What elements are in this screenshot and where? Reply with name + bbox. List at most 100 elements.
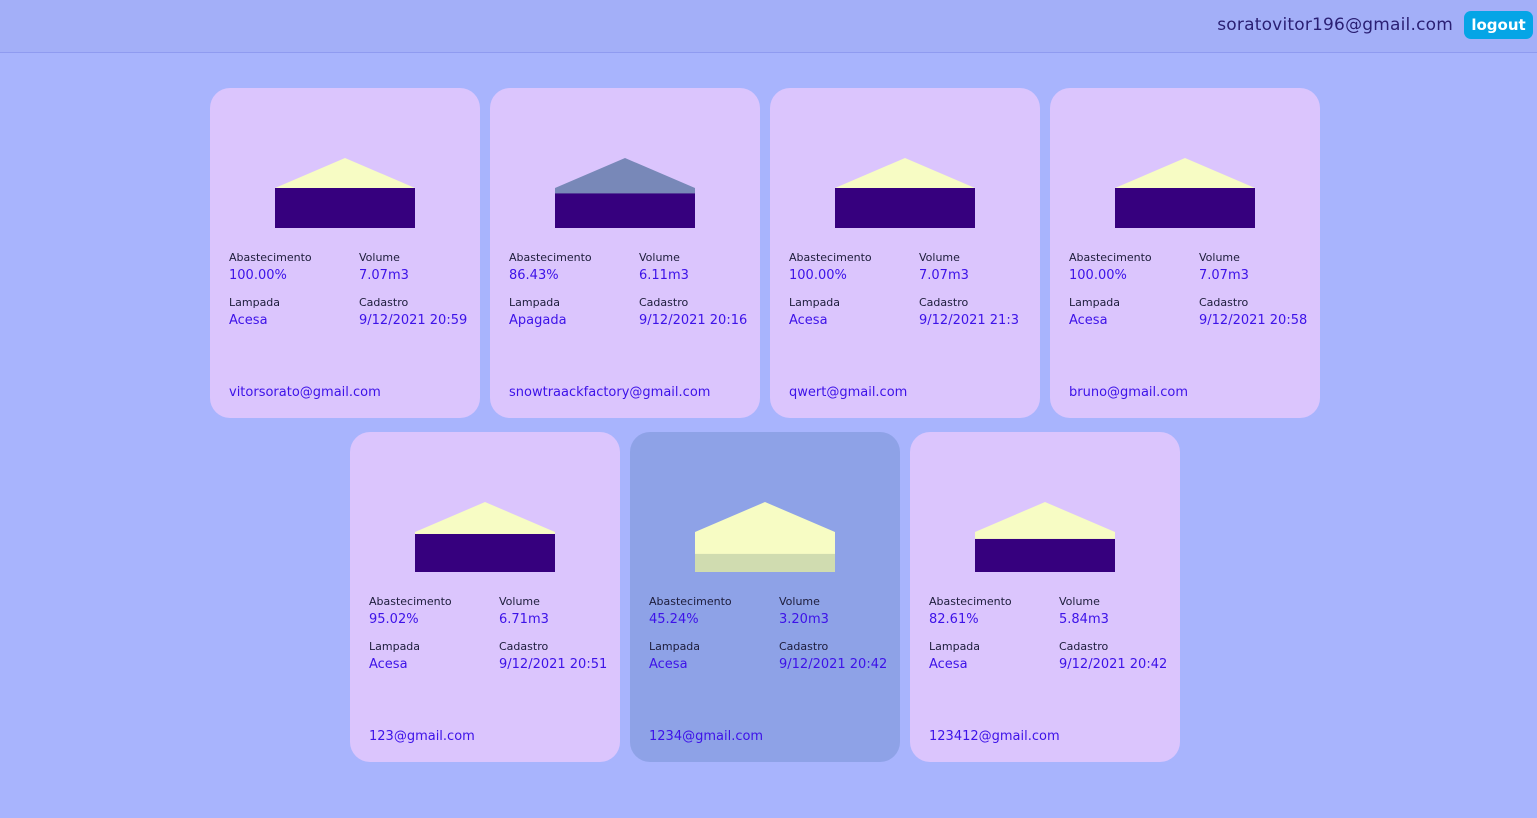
cadastro-value: 9/12/2021 20:51 bbox=[499, 657, 608, 672]
tank-roof bbox=[415, 502, 555, 532]
tank-water bbox=[275, 188, 415, 228]
owner-email: 1234@gmail.com bbox=[649, 729, 764, 744]
lampada-field: Lampada Acesa bbox=[789, 296, 840, 330]
lampada-field: Lampada Acesa bbox=[929, 640, 980, 674]
reservoir-card[interactable]: Abastecimento 86.43% Volume 6.11m3 Lampa… bbox=[490, 88, 760, 418]
cadastro-label: Cadastro bbox=[779, 640, 829, 653]
abastecimento-value: 45.24% bbox=[649, 612, 699, 627]
volume-field: Volume 6.71m3 bbox=[499, 595, 549, 629]
volume-field: Volume 6.11m3 bbox=[639, 251, 689, 285]
reservoir-card[interactable]: Abastecimento 100.00% Volume 7.07m3 Lamp… bbox=[1050, 88, 1320, 418]
volume-value: 7.07m3 bbox=[919, 268, 969, 283]
lampada-value: Acesa bbox=[369, 657, 408, 672]
cadastro-value: 9/12/2021 21:3 bbox=[919, 313, 1019, 328]
lampada-label: Lampada bbox=[929, 640, 981, 653]
lampada-field: Lampada Acesa bbox=[649, 640, 700, 674]
owner-email: qwert@gmail.com bbox=[789, 385, 908, 400]
tank-water bbox=[695, 553, 835, 572]
tank-roof bbox=[975, 502, 1115, 532]
abastecimento-field: Abastecimento 100.00% bbox=[229, 251, 312, 285]
tank-svg bbox=[835, 158, 975, 228]
volume-field: Volume 7.07m3 bbox=[919, 251, 969, 285]
reservoir-card[interactable]: Abastecimento 45.24% Volume 3.20m3 Lampa… bbox=[630, 432, 900, 762]
lampada-label: Lampada bbox=[509, 296, 561, 309]
owner-email: 123412@gmail.com bbox=[929, 729, 1060, 744]
cadastro-value: 9/12/2021 20:58 bbox=[1199, 313, 1308, 328]
cadastro-field: Cadastro 9/12/2021 20:42 bbox=[779, 640, 887, 674]
volume-field: Volume 3.20m3 bbox=[779, 595, 829, 629]
abastecimento-value: 82.61% bbox=[929, 612, 979, 627]
volume-value: 6.11m3 bbox=[639, 268, 689, 283]
tank-svg bbox=[975, 502, 1115, 572]
lampada-label: Lampada bbox=[649, 640, 701, 653]
lampada-value: Acesa bbox=[649, 657, 688, 672]
abastecimento-label: Abastecimento bbox=[1069, 251, 1152, 264]
reservoir-card[interactable]: Abastecimento 100.00% Volume 7.07m3 Lamp… bbox=[210, 88, 480, 418]
owner-email: snowtraackfactory@gmail.com bbox=[509, 385, 711, 400]
abastecimento-label: Abastecimento bbox=[929, 595, 1012, 608]
abastecimento-value: 86.43% bbox=[509, 268, 559, 283]
tank-icon bbox=[275, 158, 415, 228]
volume-field: Volume 7.07m3 bbox=[1199, 251, 1249, 285]
cadastro-label: Cadastro bbox=[359, 296, 409, 309]
abastecimento-label: Abastecimento bbox=[509, 251, 592, 264]
reservoir-card[interactable]: Abastecimento 95.02% Volume 6.71m3 Lampa… bbox=[350, 432, 620, 762]
tank-icon bbox=[975, 502, 1115, 572]
volume-value: 5.84m3 bbox=[1059, 612, 1109, 627]
lampada-label: Lampada bbox=[789, 296, 841, 309]
cadastro-field: Cadastro 9/12/2021 21:3 bbox=[919, 296, 1019, 330]
lampada-label: Lampada bbox=[229, 296, 281, 309]
tank-icon bbox=[695, 502, 835, 572]
owner-email: 123@gmail.com bbox=[369, 729, 475, 744]
cadastro-field: Cadastro 9/12/2021 20:58 bbox=[1199, 296, 1307, 330]
volume-label: Volume bbox=[1059, 595, 1100, 608]
abastecimento-field: Abastecimento 100.00% bbox=[1069, 251, 1152, 285]
cadastro-value: 9/12/2021 20:42 bbox=[1059, 657, 1168, 672]
tank-icon bbox=[415, 502, 555, 572]
tank-roof bbox=[275, 158, 415, 188]
lampada-label: Lampada bbox=[1069, 296, 1121, 309]
volume-field: Volume 7.07m3 bbox=[359, 251, 409, 285]
abastecimento-value: 100.00% bbox=[1069, 268, 1127, 283]
volume-label: Volume bbox=[499, 595, 540, 608]
abastecimento-label: Abastecimento bbox=[229, 251, 312, 264]
cadastro-label: Cadastro bbox=[919, 296, 969, 309]
abastecimento-label: Abastecimento bbox=[649, 595, 732, 608]
abastecimento-value: 95.02% bbox=[369, 612, 419, 627]
reservoir-card[interactable]: Abastecimento 100.00% Volume 7.07m3 Lamp… bbox=[770, 88, 1040, 418]
abastecimento-label: Abastecimento bbox=[369, 595, 452, 608]
owner-email: bruno@gmail.com bbox=[1069, 385, 1189, 400]
tank-roof bbox=[1115, 158, 1255, 188]
volume-value: 7.07m3 bbox=[359, 268, 409, 283]
tank-water bbox=[1115, 188, 1255, 228]
volume-label: Volume bbox=[359, 251, 400, 264]
volume-value: 3.20m3 bbox=[779, 612, 829, 627]
volume-label: Volume bbox=[1199, 251, 1240, 264]
lampada-value: Acesa bbox=[929, 657, 968, 672]
abastecimento-label: Abastecimento bbox=[789, 251, 872, 264]
cadastro-value: 9/12/2021 20:42 bbox=[779, 657, 888, 672]
lampada-value: Acesa bbox=[789, 313, 828, 328]
tank-svg bbox=[1115, 158, 1255, 228]
abastecimento-field: Abastecimento 45.24% bbox=[649, 595, 732, 629]
abastecimento-value: 100.00% bbox=[229, 268, 287, 283]
lampada-field: Lampada Acesa bbox=[1069, 296, 1120, 330]
cadastro-value: 9/12/2021 20:59 bbox=[359, 313, 468, 328]
abastecimento-field: Abastecimento 100.00% bbox=[789, 251, 872, 285]
user-email: soratovitor196@gmail.com bbox=[1217, 15, 1453, 35]
top-bar: soratovitor196@gmail.com logout bbox=[0, 0, 1537, 53]
abastecimento-field: Abastecimento 82.61% bbox=[929, 595, 1012, 629]
tank-water bbox=[975, 538, 1115, 572]
cadastro-label: Cadastro bbox=[1199, 296, 1249, 309]
volume-label: Volume bbox=[919, 251, 960, 264]
reservoir-card[interactable]: Abastecimento 82.61% Volume 5.84m3 Lampa… bbox=[910, 432, 1180, 762]
tank-svg bbox=[275, 158, 415, 228]
cadastro-label: Cadastro bbox=[1059, 640, 1109, 653]
cadastro-value: 9/12/2021 20:16 bbox=[639, 313, 748, 328]
lampada-value: Acesa bbox=[1069, 313, 1108, 328]
abastecimento-field: Abastecimento 86.43% bbox=[509, 251, 592, 285]
logout-button[interactable]: logout bbox=[1464, 11, 1533, 39]
abastecimento-value: 100.00% bbox=[789, 268, 847, 283]
cadastro-label: Cadastro bbox=[639, 296, 689, 309]
lampada-field: Lampada Acesa bbox=[229, 296, 280, 330]
